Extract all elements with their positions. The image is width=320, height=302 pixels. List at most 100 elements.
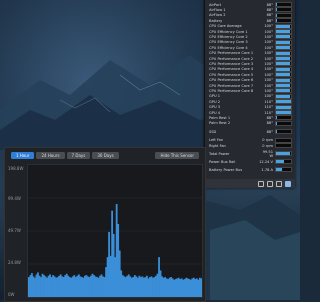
- sensor-label: GPU 3: [209, 105, 221, 110]
- sensor-level-bar: [275, 167, 292, 173]
- sensor-row[interactable]: CPU Performance Core 6 100°: [209, 77, 292, 83]
- sensor-row[interactable]: CPU Performance Core 7 100°: [209, 83, 292, 88]
- sensor-level-bar: [275, 137, 292, 143]
- sensor-value: 100°: [264, 29, 273, 34]
- sensor-level-fill: [276, 160, 284, 164]
- thermometer-icon[interactable]: [258, 180, 264, 187]
- sensor-row[interactable]: CPU Performance Core 2 100°: [209, 56, 292, 61]
- sensor-label: CPU Performance Core 8: [209, 88, 254, 93]
- sensor-value: 100°: [264, 88, 273, 93]
- sensor-label: CPU Efficiency Core 3: [209, 40, 248, 45]
- sensor-level-bar: [275, 72, 292, 78]
- sensor-level-fill: [276, 111, 291, 114]
- sensor-level-bar: [275, 34, 292, 40]
- hide-sensor-button[interactable]: Hide This Sensor: [155, 152, 199, 159]
- sensor-value: 100°: [264, 72, 273, 77]
- sensor-level-bar: [275, 110, 292, 115]
- sensor-label: AirFlow 2: [209, 13, 226, 18]
- sensor-level-bar: [275, 29, 292, 34]
- sensor-row[interactable]: CPU Performance Core 8 100°: [209, 88, 292, 94]
- sensor-list-panel: AirPort 88° AirFlow 1 88° AirFlow 2 88° Batter…: [204, 0, 295, 188]
- sensor-value: 100°: [264, 56, 273, 61]
- sensor-row[interactable]: GPU 3 110°: [209, 104, 292, 110]
- sensor-row[interactable]: AirPort 88°: [209, 2, 292, 7]
- power-chart: [28, 197, 204, 297]
- sensor-label: CPU Performance Core 3: [209, 61, 254, 66]
- sensor-value: 100°: [264, 51, 273, 56]
- sensor-level-fill: [276, 152, 290, 156]
- sensor-row[interactable]: CPU Performance Core 3 100°: [209, 61, 292, 67]
- fan-icon[interactable]: [267, 180, 273, 187]
- power-sample-bar: [200, 278, 203, 297]
- sensor-value: 100°: [264, 67, 273, 72]
- sensor-row[interactable]: GPU 2 110°: [209, 99, 292, 105]
- sensor-row[interactable]: CPU Efficiency Core 1 100°: [209, 29, 292, 34]
- sensor-row[interactable]: CPU Performance Core 1 100°: [209, 50, 292, 56]
- power-icon[interactable]: [276, 180, 282, 187]
- sensor-level-bar: [275, 18, 292, 24]
- sensor-level-fill: [276, 67, 291, 71]
- sensor-row[interactable]: CPU Efficiency Core 3 100°: [209, 39, 292, 45]
- tab-30-days[interactable]: 30 Days: [92, 152, 119, 159]
- y-tick-label: 198.8W: [8, 166, 24, 171]
- sensor-label: Palm Rest 2: [209, 121, 231, 126]
- sensor-value: 88°: [266, 129, 273, 134]
- sensor-label: Battery: [209, 18, 223, 23]
- sensor-level-bar: [275, 88, 292, 94]
- y-tick-label: 0W: [8, 292, 15, 297]
- sensor-value: 100°: [264, 45, 273, 50]
- sensor-level-fill: [276, 24, 291, 28]
- sensor-row[interactable]: Left Fan 0 rpm: [209, 137, 292, 143]
- sensor-row[interactable]: Battery 88°: [209, 18, 292, 24]
- sensor-label: GPU 1: [209, 94, 221, 99]
- graph-icon[interactable]: [285, 180, 291, 187]
- sensor-level-fill: [276, 8, 277, 12]
- sensor-level-fill: [276, 73, 291, 77]
- sensor-row[interactable]: CPU Core Average 100°: [209, 23, 292, 29]
- sensor-level-fill: [276, 19, 277, 23]
- sensor-value: 100°: [264, 34, 273, 39]
- sensor-level-fill: [276, 130, 277, 134]
- sensor-level-bar: [275, 77, 292, 83]
- sensor-row[interactable]: CPU Efficiency Core 4 100°: [209, 45, 292, 51]
- sensor-row[interactable]: GPU 1 100°: [209, 93, 292, 99]
- sensor-row[interactable]: AirFlow 2 88°: [209, 12, 292, 18]
- sensor-row[interactable]: CPU Performance Core 5 100°: [209, 72, 292, 78]
- sensor-label: AirFlow 1: [209, 7, 226, 12]
- tab-24-hours[interactable]: 24 Hours: [36, 152, 65, 159]
- sensor-label: Power Bus Rail: [209, 159, 236, 164]
- sensor-level-fill: [276, 30, 291, 33]
- sensor-label: Battery Power Bus: [209, 167, 243, 172]
- sensor-row[interactable]: Right Fan 0 rpm: [209, 143, 292, 148]
- sensor-level-bar: [275, 143, 292, 148]
- tab-1-hour[interactable]: 1 Hour: [11, 152, 35, 159]
- sensor-label: CPU Efficiency Core 2: [209, 34, 248, 39]
- sensor-level-fill: [276, 57, 291, 60]
- sensor-level-fill: [276, 116, 277, 120]
- sensor-row[interactable]: Power Bus Rail 12.24 V: [209, 159, 292, 165]
- sensor-level-fill: [276, 89, 291, 93]
- sensor-label: GPU 2: [209, 99, 221, 104]
- sensor-row[interactable]: Palm Rest 2 88°: [209, 120, 292, 126]
- sensor-level-bar: [275, 83, 292, 88]
- sensor-row[interactable]: CPU Performance Core 4 100°: [209, 66, 292, 72]
- sensor-value: 110°: [264, 110, 273, 115]
- sensor-level-bar: [275, 7, 292, 13]
- sensor-level-bar: [275, 66, 292, 72]
- y-tick-label: 24.8W: [8, 260, 21, 265]
- power-plot-area: [27, 164, 204, 298]
- sensor-row[interactable]: GPU 4 110°: [209, 110, 292, 115]
- sensor-row[interactable]: AirFlow 1 88°: [209, 7, 292, 13]
- sensor-label: Left Fan: [209, 138, 224, 143]
- sensor-row[interactable]: SSD 88°: [209, 129, 292, 135]
- sensor-row[interactable]: Battery Power Bus 1.78 A: [209, 167, 292, 173]
- sensor-value: 100°: [264, 83, 273, 88]
- sensor-row[interactable]: CPU Efficiency Core 2 100°: [209, 34, 292, 40]
- sensor-row[interactable]: Palm Rest 1 88°: [209, 115, 292, 121]
- tab-7-days[interactable]: 7 Days: [66, 152, 91, 159]
- sensor-level-bar: [275, 115, 292, 121]
- sensor-level-bar: [275, 61, 292, 67]
- sensor-label: Total Power: [209, 151, 230, 156]
- sensor-label: Palm Rest 1: [209, 115, 231, 120]
- sensor-row[interactable]: Total Power 99.51 W: [209, 150, 292, 158]
